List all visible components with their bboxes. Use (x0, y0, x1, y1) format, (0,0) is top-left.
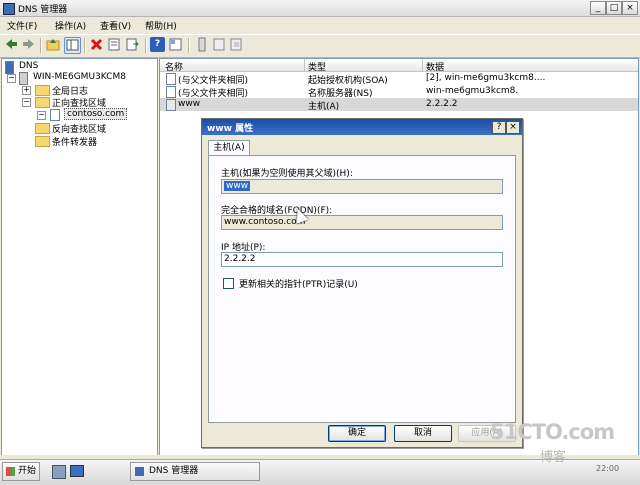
dns-app-icon (3, 3, 15, 15)
ip-address-field[interactable]: 2.2.2.2 (221, 252, 503, 267)
minimize-button[interactable]: _ (590, 1, 606, 15)
windows-logo-icon (6, 467, 15, 476)
tree-label-server: WIN-ME6GMU3KCM8 (33, 72, 126, 82)
delete-icon[interactable] (89, 37, 104, 52)
record-icon (166, 86, 176, 98)
expand-global-logs-icon[interactable]: + (22, 86, 31, 95)
dialog-close-button[interactable]: × (506, 121, 520, 134)
toolbar: ? (0, 34, 640, 58)
record-icon (166, 73, 176, 85)
start-label: 开始 (18, 466, 37, 476)
expand-forward-zones-icon[interactable]: − (22, 98, 31, 107)
expand-contoso-icon[interactable]: − (37, 111, 46, 120)
menu-help[interactable]: 帮助(H) (145, 19, 177, 32)
record-data: [2], win-me6gmu3kcm8.... (426, 73, 546, 83)
toolbar-separator (40, 38, 42, 53)
column-divider[interactable] (422, 59, 423, 71)
tree-label-conditional-forwarders: 条件转发器 (52, 138, 98, 148)
fqdn-field[interactable]: www.contoso.com (221, 215, 503, 230)
folder-open-icon (35, 97, 50, 108)
server-icon (19, 72, 28, 85)
host-label: 主机(如果为空则使用其父域)(H): (221, 169, 353, 179)
tab-panel: 主机(如果为空则使用其父域)(H): www 完全合格的域名(FQDN)(F):… (208, 155, 516, 423)
help-icon[interactable]: ? (150, 37, 165, 52)
ptr-checkbox[interactable] (223, 278, 234, 289)
toolbar-separator (84, 38, 86, 53)
maximize-button[interactable]: □ (606, 1, 622, 15)
toolbar-separator (188, 38, 190, 53)
column-divider[interactable] (304, 59, 305, 71)
zone-icon (50, 109, 60, 121)
folder-icon (35, 136, 50, 147)
properties-dialog: www 属性 ? × 主机(A) 主机(如果为空则使用其父域)(H): www … (201, 118, 523, 448)
dialog-title-bar[interactable]: www 属性 ? × (202, 119, 522, 135)
dns-task-icon (135, 467, 144, 476)
taskbar-dns-manager[interactable]: DNS 管理器 (130, 462, 260, 481)
properties-icon[interactable] (107, 37, 122, 52)
list-header: 名称 类型 数据 (160, 59, 638, 73)
record-data: win-me6gmu3kcm8. (426, 86, 519, 96)
start-button[interactable]: 开始 (2, 462, 40, 481)
cancel-button[interactable]: 取消 (394, 425, 452, 442)
menu-bar: 文件(F) 操作(A) 查看(V) 帮助(H) (0, 17, 640, 34)
close-button[interactable]: × (622, 1, 638, 15)
show-desktop-quicklaunch-icon[interactable] (70, 465, 84, 477)
taskbar-task-label: DNS 管理器 (149, 466, 199, 476)
tree-label-reverse-zones: 反向查找区域 (52, 125, 107, 135)
window-title: DNS 管理器 (18, 5, 68, 15)
dialog-help-button[interactable]: ? (492, 121, 506, 134)
back-icon[interactable] (4, 37, 19, 52)
host-field[interactable]: www (221, 179, 503, 194)
tree-label-contoso: contoso.com (64, 108, 128, 120)
watermark-blog: 博客 (540, 450, 567, 465)
record-icon (166, 99, 176, 111)
export-icon[interactable] (125, 37, 140, 52)
new-alias-icon[interactable] (229, 37, 244, 52)
show-tree-icon[interactable] (64, 37, 81, 54)
tree-label-dns: DNS (19, 61, 39, 71)
record-data: 2.2.2.2 (426, 99, 458, 109)
server-manager-quicklaunch-icon[interactable] (52, 465, 66, 479)
ptr-label[interactable]: 更新相关的指针(PTR)记录(U) (239, 277, 358, 290)
table-row[interactable]: (与父文件夹相同) 起始授权机构(SOA) [2], win-me6gmu3kc… (160, 72, 638, 86)
folder-icon (35, 123, 50, 134)
table-row[interactable]: (与父文件夹相同) 名称服务器(NS) win-me6gmu3kcm8. (160, 85, 638, 99)
new-record-icon[interactable] (195, 37, 210, 52)
ok-button[interactable]: 确定 (328, 425, 386, 442)
watermark-site: 51CTO.com (490, 420, 615, 444)
menu-file[interactable]: 文件(F) (7, 19, 37, 32)
title-bar: DNS 管理器 _ □ × (0, 0, 640, 17)
forward-icon[interactable] (21, 37, 36, 52)
host-value: www (224, 181, 251, 191)
new-host-icon[interactable] (212, 37, 227, 52)
dialog-title: www 属性 (207, 124, 254, 134)
folder-icon (35, 85, 50, 96)
table-row-selected[interactable]: www 主机(A) 2.2.2.2 (160, 98, 638, 112)
tab-host-a[interactable]: 主机(A) (208, 140, 250, 156)
expand-server-icon[interactable]: − (7, 74, 16, 83)
record-name: www (178, 99, 201, 109)
console-tree: DNS − WIN-ME6GMU3KCM8 + 全局日志 − 正向查找区域 − … (1, 58, 158, 456)
view-icon[interactable] (168, 37, 183, 52)
up-folder-icon[interactable] (46, 37, 61, 52)
menu-action[interactable]: 操作(A) (55, 19, 86, 32)
toolbar-separator (145, 38, 147, 53)
record-type: 主机(A) (308, 102, 340, 112)
system-clock: 22:00 (596, 464, 620, 473)
menu-view[interactable]: 查看(V) (100, 19, 131, 32)
